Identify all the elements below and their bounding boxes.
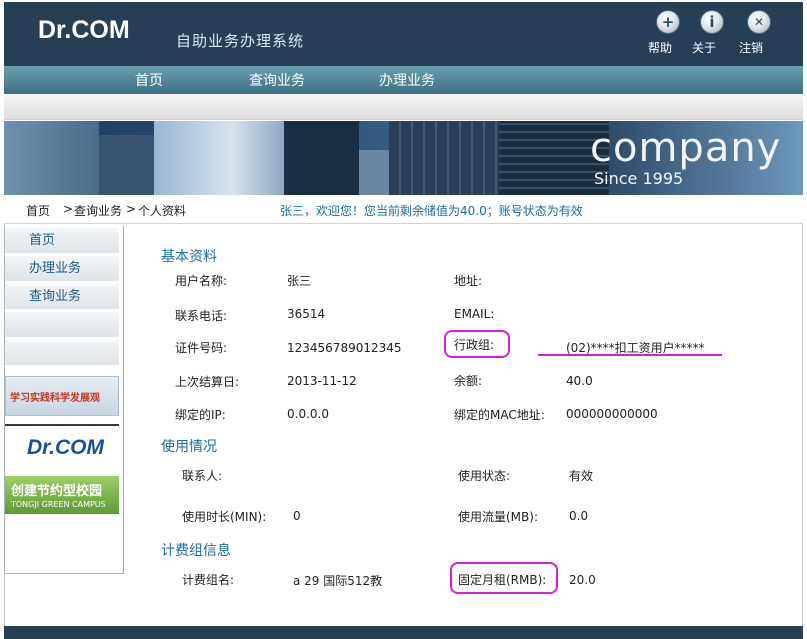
bound-mac-label: 绑定的MAC地址: (454, 408, 545, 422)
drcom-logo-text: Dr.COM (27, 436, 105, 459)
billing-group-value: a 29 国际512教 (293, 574, 383, 588)
annotation-underline (538, 354, 722, 356)
nav-home[interactable]: 首页 (135, 70, 163, 90)
info-icon[interactable]: i (700, 10, 724, 34)
balance-value: 40.0 (566, 374, 593, 388)
traffic-label: 使用流量(MB): (458, 510, 538, 524)
help-button[interactable]: + 帮助 (648, 10, 688, 55)
id-number-label: 证件号码: (175, 341, 228, 355)
logout-button[interactable]: ✕ 注销 (739, 10, 779, 55)
company-banner: company Since 1995 (4, 121, 803, 195)
section-billing-title: 计费组信息 (161, 543, 231, 559)
usage-status-value: 有效 (569, 469, 594, 483)
sub-nav-bar (4, 94, 803, 120)
admin-group-label: 行政组: (454, 338, 495, 352)
system-title: 自助业务办理系统 (176, 32, 305, 50)
green-campus-title: 创建节约型校园 (11, 484, 103, 499)
nav-query[interactable]: 查询业务 (249, 70, 305, 90)
breadcrumb-separator: > (126, 202, 137, 216)
billing-group-label: 计费组名: (182, 573, 235, 587)
id-number-value: 123456789012345 (287, 341, 402, 355)
breadcrumb: 首页 > 查询业务 > 个人资料 张三，欢迎您！您当前剩余储值为40.0；账号状… (4, 195, 803, 224)
sidebar-item-query[interactable]: 查询业务 (5, 284, 119, 310)
sidebar-item-empty (5, 340, 119, 366)
monthly-rent-label: 固定月租(RMB): (458, 573, 547, 587)
section-basic-title: 基本资料 (161, 249, 217, 265)
username-value: 张三 (287, 274, 312, 288)
green-campus-banner[interactable]: 创建节约型校园 TONGJI GREEN CAMPUS (5, 476, 119, 514)
duration-label: 使用时长(MIN): (182, 510, 267, 524)
welcome-message: 张三，欢迎您！您当前剩余储值为40.0；账号状态为有效 (280, 204, 583, 218)
plus-icon[interactable]: + (656, 10, 680, 34)
drcom-logo[interactable]: Dr.COM (5, 424, 119, 466)
usage-status-label: 使用状态: (458, 469, 511, 483)
logout-label[interactable]: 注销 (739, 39, 763, 56)
logo: Dr.COM (38, 16, 130, 44)
bound-mac-value: 000000000000 (566, 407, 658, 421)
phone-value: 36514 (287, 307, 326, 321)
sidebar-item-empty (5, 312, 119, 338)
sidebar-item-home[interactable]: 首页 (5, 228, 119, 254)
help-label[interactable]: 帮助 (648, 39, 672, 56)
phone-label: 联系电话: (175, 309, 228, 323)
breadcrumb-separator: > (63, 202, 74, 216)
footer-bar (4, 626, 803, 639)
banner-heading: company (590, 125, 782, 171)
contact-label: 联系人: (182, 469, 223, 483)
sidebar-item-handle[interactable]: 办理业务 (5, 256, 119, 282)
breadcrumb-query[interactable]: 查询业务 (74, 202, 122, 219)
breadcrumb-home[interactable]: 首页 (26, 202, 50, 219)
study-banner-text: 学习实践科学发展观 (10, 393, 100, 404)
sidebar: 首页 办理业务 查询业务 学习实践科学发展观 Dr.COM 创建节约型校园 TO… (4, 226, 124, 574)
section-usage-title: 使用情况 (161, 439, 217, 455)
profile-panel: 基本资料 用户名称: 张三 地址: 联系电话: 36514 EMAIL: 证件号… (130, 226, 800, 606)
username-label: 用户名称: (175, 274, 228, 288)
last-settle-value: 2013-11-12 (287, 374, 357, 388)
green-campus-subtitle: TONGJI GREEN CAMPUS (11, 500, 106, 509)
about-label[interactable]: 关于 (692, 39, 716, 56)
last-settle-label: 上次结算日: (175, 375, 240, 389)
duration-value: 0 (293, 509, 301, 523)
about-button[interactable]: i 关于 (692, 10, 732, 55)
traffic-value: 0.0 (569, 509, 589, 523)
close-icon[interactable]: ✕ (747, 10, 771, 34)
banner-since: Since 1995 (594, 169, 684, 188)
balance-label: 余额: (454, 374, 483, 388)
email-label: EMAIL: (454, 307, 495, 321)
nav-handle[interactable]: 办理业务 (379, 70, 435, 90)
breadcrumb-current: 个人资料 (138, 204, 187, 218)
main-nav: 首页 查询业务 办理业务 (4, 66, 803, 94)
app-header: Dr.COM 自助业务办理系统 + 帮助 i 关于 ✕ 注销 (4, 2, 803, 66)
bound-ip-label: 绑定的IP: (175, 408, 226, 422)
address-label: 地址: (454, 274, 483, 288)
bound-ip-value: 0.0.0.0 (287, 407, 329, 421)
monthly-rent-value: 20.0 (569, 573, 596, 587)
study-banner[interactable]: 学习实践科学发展观 (5, 376, 119, 416)
